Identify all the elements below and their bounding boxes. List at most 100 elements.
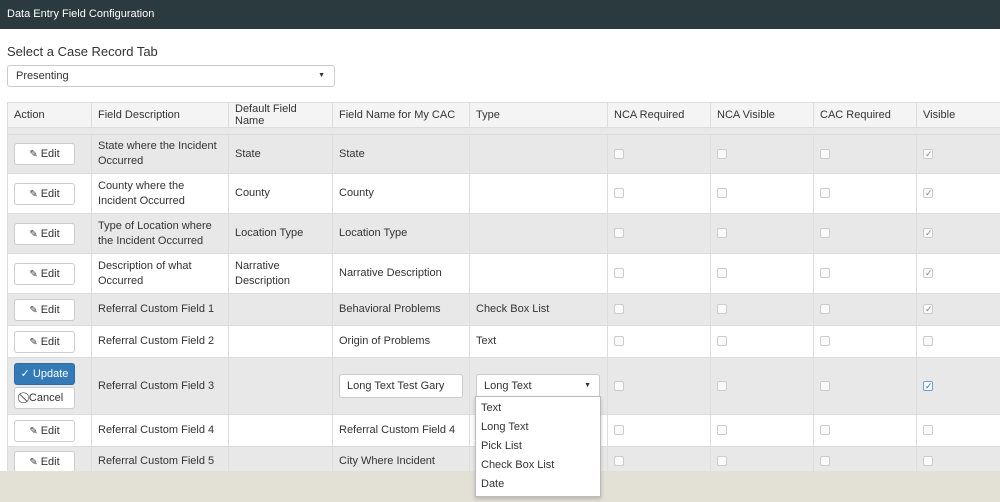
- column-header-field-name-cac[interactable]: Field Name for My CAC: [332, 102, 470, 128]
- cancel-label: Cancel: [28, 392, 64, 404]
- edit-label: Edit: [40, 187, 60, 200]
- action-cell: ✎ Edit: [7, 253, 92, 294]
- default-field-name: State: [228, 134, 333, 174]
- action-cell: ✎ Edit: [7, 173, 92, 214]
- cac-required-checkbox[interactable]: [820, 456, 830, 467]
- type-option[interactable]: Text: [476, 399, 600, 418]
- nca-required-checkbox[interactable]: [614, 268, 624, 279]
- cac-field-name: Referral Custom Field 4: [339, 424, 456, 436]
- nca-required-checkbox[interactable]: [614, 228, 624, 239]
- visible-checkbox[interactable]: [923, 336, 933, 347]
- nca-required-cell: [607, 213, 711, 254]
- cac-required-checkbox[interactable]: [820, 188, 830, 199]
- edit-button[interactable]: ✎ Edit: [14, 298, 75, 321]
- nca-visible-cell: [710, 253, 814, 294]
- nca-visible-checkbox[interactable]: [717, 425, 727, 436]
- nca-required-checkbox[interactable]: [614, 336, 624, 347]
- cac-required-cell: [813, 134, 917, 174]
- nca-required-checkbox[interactable]: [614, 425, 624, 436]
- table-row: ✎ Edit County where the Incident Occurred…: [7, 173, 1000, 214]
- case-record-tab-value: Presenting: [16, 70, 69, 82]
- column-header-nca-visible[interactable]: NCA Visible: [710, 102, 814, 128]
- visible-checkbox[interactable]: [923, 425, 933, 436]
- type-option[interactable]: Pick List: [476, 437, 600, 456]
- type-cell: [469, 173, 608, 214]
- cac-required-checkbox[interactable]: [820, 380, 830, 391]
- field-description: Referral Custom Field 2: [91, 325, 229, 358]
- nca-visible-checkbox[interactable]: [717, 188, 727, 199]
- field-type: Check Box List: [476, 303, 550, 315]
- type-option[interactable]: Check Box List: [476, 456, 600, 475]
- field-description: County where the Incident Occurred: [91, 173, 229, 214]
- visible-checkbox[interactable]: [923, 266, 933, 281]
- edit-button[interactable]: ✎ Edit: [14, 450, 75, 473]
- nca-visible-cell: [710, 414, 814, 447]
- pencil-icon: ✎: [29, 425, 38, 437]
- visible-checkbox[interactable]: [923, 302, 933, 317]
- column-header-field-description[interactable]: Field Description: [91, 102, 229, 128]
- cac-required-checkbox[interactable]: [820, 304, 830, 315]
- nca-required-checkbox[interactable]: [614, 188, 624, 199]
- cac-field-name: City Where Incident: [339, 455, 435, 467]
- nca-visible-checkbox[interactable]: [717, 304, 727, 315]
- visible-checkbox[interactable]: [923, 379, 933, 394]
- pencil-icon: ✎: [29, 149, 38, 160]
- nca-required-checkbox[interactable]: [614, 148, 624, 159]
- cac-required-checkbox[interactable]: [820, 425, 830, 436]
- update-button[interactable]: ✓ Update: [14, 363, 75, 385]
- cac-required-checkbox[interactable]: [820, 228, 830, 239]
- edit-button[interactable]: ✎ Edit: [14, 143, 75, 165]
- case-record-tab-select[interactable]: Presenting ▼: [7, 65, 335, 87]
- edit-button[interactable]: ✎ Edit: [14, 419, 75, 442]
- visible-checkbox[interactable]: [923, 186, 933, 201]
- visible-cell: [916, 293, 1000, 326]
- type-option[interactable]: Date: [476, 475, 600, 494]
- column-header-nca-required[interactable]: NCA Required: [607, 102, 711, 128]
- cac-required-checkbox[interactable]: [820, 268, 830, 279]
- cac-required-checkbox[interactable]: [820, 336, 830, 347]
- cac-field-name-input[interactable]: Long Text Test Gary: [339, 374, 463, 398]
- type-dropdown-menu: Text Long Text Pick List Check Box List Date: [475, 396, 601, 497]
- cancel-button[interactable]: ⃠ Cancel: [14, 387, 75, 409]
- field-description: State where the Incident Occurred: [91, 134, 229, 174]
- nca-visible-cell: [710, 293, 814, 326]
- column-header-visible[interactable]: Visible: [916, 102, 1000, 128]
- edit-button[interactable]: ✎ Edit: [14, 222, 75, 245]
- nca-visible-checkbox[interactable]: [717, 268, 727, 279]
- nca-visible-checkbox[interactable]: [717, 148, 727, 159]
- visible-cell: [916, 213, 1000, 254]
- nca-required-checkbox[interactable]: [614, 304, 624, 315]
- nca-visible-checkbox[interactable]: [717, 228, 727, 239]
- action-cell: ✎ Edit: [7, 134, 92, 174]
- cac-field-name: Location Type: [339, 227, 408, 239]
- nca-required-checkbox[interactable]: [614, 456, 624, 467]
- window-title-bar: Data Entry Field Configuration: [0, 0, 1000, 29]
- edit-button[interactable]: ✎ Edit: [14, 262, 75, 285]
- nca-visible-checkbox[interactable]: [717, 380, 727, 391]
- nca-visible-checkbox[interactable]: [717, 456, 727, 467]
- cac-field-name-cell: Referral Custom Field 4: [332, 414, 470, 447]
- edit-button[interactable]: ✎ Edit: [14, 330, 75, 353]
- field-description: Referral Custom Field 3: [91, 357, 229, 415]
- pencil-icon: ✎: [29, 268, 38, 280]
- action-cell: ✎ Edit: [7, 293, 92, 326]
- column-header-default-field-name[interactable]: Default Field Name: [228, 102, 333, 128]
- column-header-type[interactable]: Type: [469, 102, 608, 128]
- edit-label: Edit: [40, 455, 60, 468]
- visible-checkbox[interactable]: [923, 147, 933, 162]
- column-header-cac-required[interactable]: CAC Required: [813, 102, 917, 128]
- nca-required-checkbox[interactable]: [614, 380, 624, 391]
- default-field-name: Narrative Description: [228, 253, 333, 294]
- cac-field-name-cell: Behavioral Problems: [332, 293, 470, 326]
- edit-button[interactable]: ✎ Edit: [14, 182, 75, 205]
- column-header-action[interactable]: Action: [7, 102, 92, 128]
- edit-label: Edit: [40, 424, 60, 437]
- visible-checkbox[interactable]: [923, 456, 933, 467]
- action-cell: ✓ Update ⃠ Cancel: [7, 357, 92, 415]
- type-select[interactable]: Long Text ▼: [476, 374, 600, 398]
- type-option[interactable]: Long Text: [476, 418, 600, 437]
- visible-checkbox[interactable]: [923, 226, 933, 241]
- table-row: ✎ Edit Description of what Occurred Narra…: [7, 253, 1000, 294]
- nca-visible-checkbox[interactable]: [717, 336, 727, 347]
- cac-required-checkbox[interactable]: [820, 148, 830, 159]
